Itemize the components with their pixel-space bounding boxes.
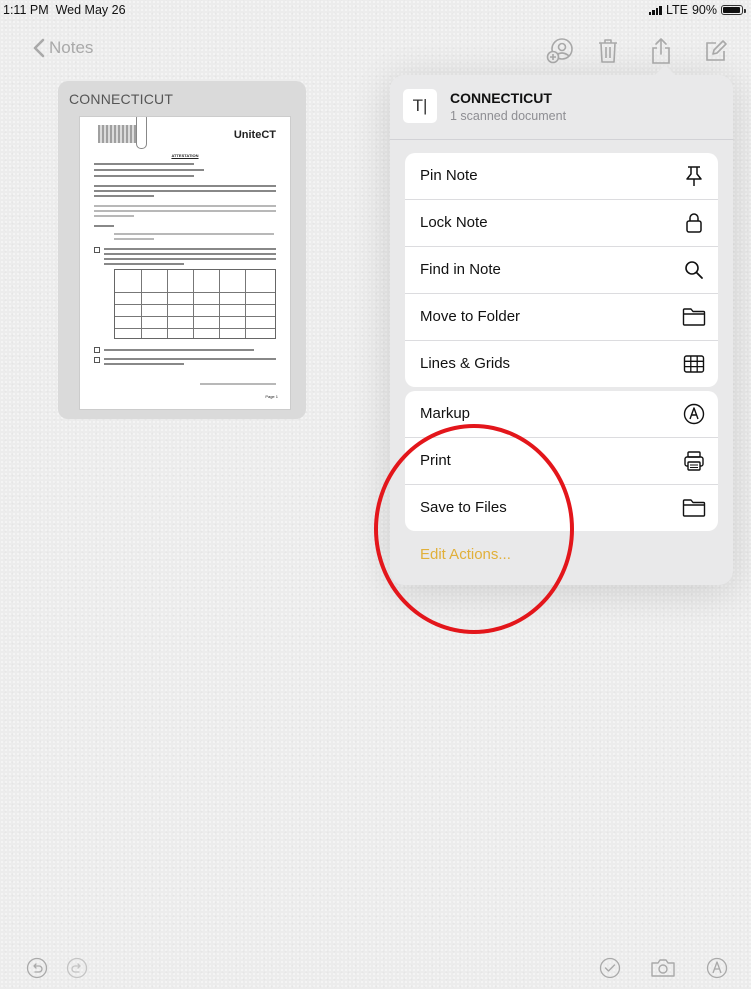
document-page-label: Page 1 — [265, 394, 278, 399]
undo-icon — [26, 957, 48, 979]
doc-line — [94, 225, 114, 227]
doc-line — [200, 383, 276, 385]
markup-pen-icon — [706, 957, 728, 979]
trash-icon — [599, 39, 617, 63]
doc-line — [104, 363, 184, 365]
status-time: 1:11 PM Wed May 26 — [3, 3, 126, 17]
magnifier-icon — [682, 258, 706, 282]
compose-icon — [706, 40, 727, 61]
doc-line — [104, 263, 184, 265]
chevron-left-icon — [33, 38, 45, 58]
doc-checkbox — [94, 247, 100, 253]
markup-pen-icon — [682, 402, 706, 426]
scanned-document-thumbnail[interactable]: UniteCT ATTESTATION Page 1 — [80, 117, 290, 409]
doc-line — [94, 175, 194, 177]
doc-line — [104, 253, 276, 255]
camera-button[interactable] — [650, 955, 676, 981]
doc-line — [94, 210, 276, 212]
add-people-icon — [546, 38, 573, 64]
doc-line — [94, 185, 276, 187]
popover-subtitle: 1 scanned document — [450, 109, 567, 123]
checklist-button[interactable] — [597, 955, 623, 981]
note-actions-group: Pin Note Lock Note Find in Note Move to … — [405, 153, 718, 387]
doc-line — [94, 190, 276, 192]
action-label: Markup — [420, 405, 471, 422]
action-label: Move to Folder — [420, 308, 521, 325]
undo-button[interactable] — [24, 955, 50, 981]
save-to-files-action[interactable]: Save to Files — [405, 485, 718, 531]
doc-line — [104, 349, 254, 351]
printer-icon — [682, 449, 706, 473]
doc-checkbox — [94, 357, 100, 363]
edit-actions-link[interactable]: Edit Actions... — [420, 546, 511, 563]
share-icon — [652, 38, 670, 64]
action-label: Lines & Grids — [420, 355, 511, 372]
status-time-text: 1:11 PM — [3, 3, 49, 17]
redo-icon — [66, 957, 88, 979]
battery-icon — [721, 5, 746, 15]
markup-action[interactable]: Markup — [405, 391, 718, 438]
compose-button[interactable] — [701, 38, 731, 64]
status-bar: 1:11 PM Wed May 26 LTE 90% — [0, 0, 751, 20]
status-right: LTE 90% — [648, 3, 746, 17]
grid-icon — [682, 352, 706, 376]
action-label: Print — [420, 452, 451, 469]
document-logo: UniteCT — [233, 129, 276, 141]
doc-line — [104, 358, 276, 360]
action-label: Find in Note — [420, 261, 501, 278]
doc-line — [104, 248, 276, 250]
network-label: LTE — [665, 3, 688, 17]
scanned-document-card[interactable]: CONNECTICUT UniteCT ATTESTATION Page 1 — [58, 81, 306, 419]
bottom-toolbar — [0, 955, 751, 985]
delete-button[interactable] — [593, 38, 623, 64]
doc-income-table — [114, 269, 276, 339]
pin-note-action[interactable]: Pin Note — [405, 153, 718, 200]
actions-popover: T| CONNECTICUT 1 scanned document Pin No… — [390, 65, 733, 585]
lock-note-action[interactable]: Lock Note — [405, 200, 718, 247]
folder-icon — [682, 496, 706, 520]
action-label: Lock Note — [420, 214, 488, 231]
document-seal-image — [98, 125, 136, 143]
print-action[interactable]: Print — [405, 438, 718, 485]
popover-header: T| CONNECTICUT 1 scanned document — [390, 75, 733, 140]
doc-line — [94, 195, 154, 197]
doc-line — [94, 205, 276, 207]
camera-icon — [651, 959, 675, 977]
doc-line — [114, 233, 274, 235]
navigation-bar: Notes — [0, 30, 751, 70]
status-date: Wed May 26 — [55, 3, 126, 17]
back-label: Notes — [49, 38, 94, 57]
folder-icon — [682, 305, 706, 329]
note-thumb-glyph: T| — [412, 96, 428, 115]
share-collaborate-button[interactable] — [545, 38, 575, 64]
note-text-icon: T| — [403, 89, 437, 123]
find-in-note-action[interactable]: Find in Note — [405, 247, 718, 294]
lock-icon — [682, 211, 706, 235]
redo-button[interactable] — [64, 955, 90, 981]
card-title: CONNECTICUT — [69, 91, 174, 107]
action-label: Pin Note — [420, 167, 478, 184]
back-button[interactable]: Notes — [32, 38, 93, 58]
doc-checkbox — [94, 347, 100, 353]
pin-icon — [682, 164, 706, 188]
battery-percent: 90% — [691, 3, 717, 17]
action-label: Save to Files — [420, 499, 507, 516]
doc-line — [94, 215, 134, 217]
doc-line — [94, 169, 204, 171]
share-button[interactable] — [646, 38, 676, 64]
paperclip-icon — [136, 117, 147, 149]
checkmark-circle-icon — [599, 957, 621, 979]
signal-bars-icon — [648, 5, 662, 15]
doc-line — [104, 258, 276, 260]
popover-title: CONNECTICUT — [450, 90, 552, 106]
doc-line — [94, 163, 194, 165]
lines-and-grids-action[interactable]: Lines & Grids — [405, 341, 718, 387]
move-to-folder-action[interactable]: Move to Folder — [405, 294, 718, 341]
markup-button[interactable] — [704, 955, 730, 981]
document-heading: ATTESTATION — [171, 153, 199, 158]
doc-line — [114, 238, 154, 240]
share-actions-group: Markup Print Save to Files — [405, 391, 718, 531]
